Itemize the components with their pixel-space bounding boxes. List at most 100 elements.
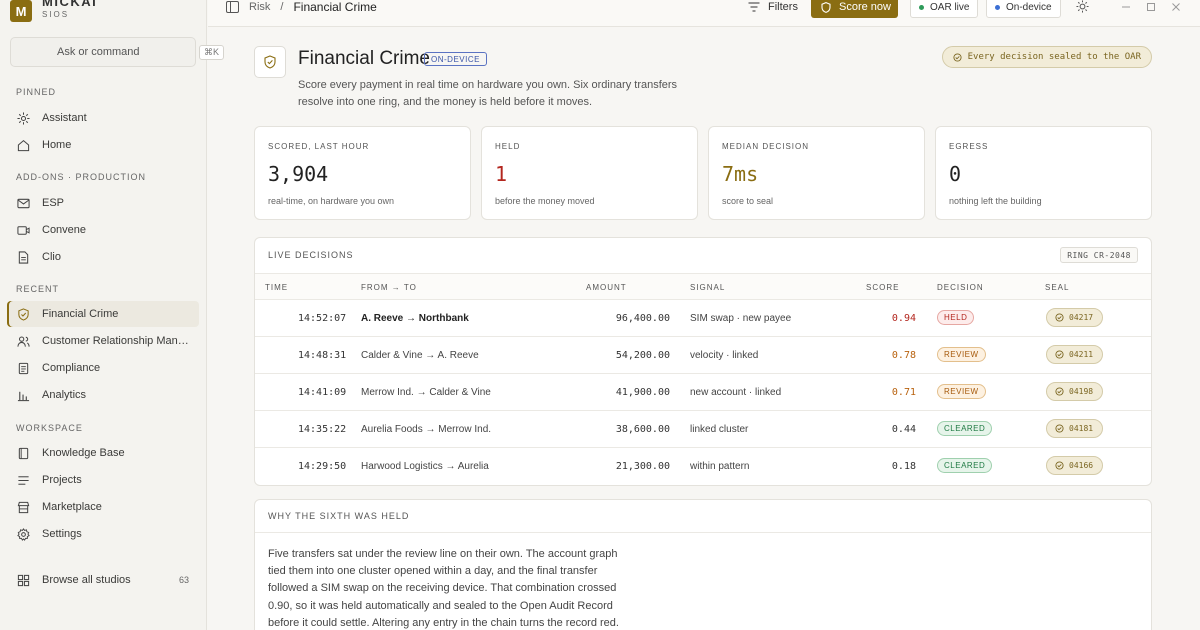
sidebar-item-marketplace[interactable]: Marketplace — [7, 494, 199, 520]
theme-toggle-icon[interactable] — [1076, 0, 1089, 13]
kpi-median-decision: MEDIAN DECISION 7ms score to seal — [708, 126, 925, 220]
why-held-panel: WHY THE SIXTH WAS HELD Five transfers sa… — [254, 499, 1152, 630]
cell-score: 0.94 — [891, 313, 916, 324]
topbar: Risk / Financial Crime Filters Score now… — [208, 0, 1200, 27]
main-content: Financial Crime ON-DEVICE Score every pa… — [208, 28, 1200, 630]
kpi-label: MEDIAN DECISION — [722, 142, 810, 151]
sidebar-item-label: Projects — [42, 474, 82, 486]
divider — [255, 532, 1151, 533]
sidebar-item-settings[interactable]: Settings — [7, 521, 199, 547]
column-header[interactable]: TIME — [265, 283, 288, 292]
sidebar-item-analytics[interactable]: Analytics — [7, 382, 199, 408]
seal-chip[interactable]: 04198 — [1046, 382, 1103, 401]
brand-logo: M — [10, 0, 32, 22]
table-row[interactable]: 14:35:22 Aurelia Foods → Merrow Ind. 38,… — [255, 411, 1151, 448]
video-icon — [17, 225, 30, 235]
seal-id: 04181 — [1069, 424, 1094, 433]
column-header[interactable]: FROM → TO — [361, 283, 417, 292]
sidebar-item-label: Home — [42, 139, 72, 151]
seal-id: 04198 — [1069, 387, 1094, 396]
on-device-badge: ON-DEVICE — [424, 52, 487, 66]
table-row[interactable]: 14:41:09 Merrow Ind. → Calder & Vine 41,… — [255, 374, 1151, 411]
breadcrumb-separator: / — [280, 1, 284, 13]
cell-score: 0.44 — [891, 424, 916, 435]
page-subtitle: Score every payment in real time on hard… — [298, 79, 678, 108]
sidebar-item-label: Compliance — [42, 362, 101, 374]
cell-amount: 38,600.00 — [615, 424, 670, 435]
clipboard-icon — [18, 362, 29, 374]
close-icon[interactable] — [1172, 3, 1180, 11]
decision-badge: REVIEW — [937, 347, 986, 362]
sidebar-item-label: Knowledge Base — [42, 447, 125, 459]
book-icon — [18, 447, 29, 459]
brand[interactable]: M MICKAI SIOS — [10, 0, 97, 22]
seal-id: 04211 — [1069, 350, 1094, 359]
decision-badge: CLEARED — [937, 421, 993, 436]
sidebar-item-esp[interactable]: ESP — [7, 190, 199, 216]
column-header[interactable]: SCORE — [866, 283, 899, 292]
table-row[interactable]: 14:29:50 Harwood Logistics → Aurelia 21,… — [255, 448, 1151, 485]
seal-icon — [1055, 350, 1064, 359]
oar-live-label: OAR live — [930, 1, 970, 13]
seal-chip[interactable]: 04166 — [1046, 456, 1103, 475]
sidebar-toggle-icon[interactable] — [226, 1, 239, 13]
seal-icon — [1055, 461, 1064, 470]
score-now-button[interactable]: Score now — [811, 0, 898, 18]
sidebar-item-label: Settings — [42, 528, 82, 540]
seal-chip[interactable]: 04211 — [1046, 345, 1103, 364]
seal-icon — [953, 52, 962, 62]
search-box[interactable]: ⌘K — [10, 37, 225, 67]
decision-badge: REVIEW — [937, 384, 986, 399]
cell-score: 0.71 — [891, 387, 916, 398]
sidebar-item-label: Clio — [42, 251, 61, 263]
sealed-to-oar-pill[interactable]: Every decision sealed to the OAR — [941, 46, 1152, 68]
sidebar-item-label: Convene — [42, 224, 87, 236]
why-held-title: WHY THE SIXTH WAS HELD — [268, 511, 410, 521]
column-header[interactable]: SIGNAL — [690, 283, 725, 292]
browse-all-studios[interactable]: Browse all studios 63 — [7, 567, 199, 593]
table-row[interactable]: 14:48:31 Calder & Vine → A. Reeve 54,200… — [255, 337, 1151, 374]
breadcrumb: Risk / Financial Crime — [226, 0, 377, 14]
seal-chip[interactable]: 04217 — [1046, 308, 1103, 327]
sidebar-item-home[interactable]: Home — [7, 132, 199, 158]
column-header[interactable]: DECISION — [937, 283, 984, 292]
filters-button[interactable]: Filters — [748, 0, 798, 14]
section-pinned: PINNED — [16, 87, 57, 97]
cell-amount: 41,900.00 — [615, 387, 670, 398]
sidebar-item-financial-crime[interactable]: Financial Crime — [7, 301, 199, 327]
shield-icon — [821, 1, 831, 13]
live-decisions-panel: LIVE DECISIONS RING CR-2048 TIME FROM → … — [254, 237, 1152, 486]
sidebar-item-compliance[interactable]: Compliance — [7, 355, 199, 381]
on-device-status[interactable]: On-device — [986, 0, 1061, 18]
sidebar-item-label: Financial Crime — [42, 308, 119, 320]
why-held-body: Five transfers sat under the review line… — [268, 548, 619, 629]
sidebar-item-clio[interactable]: Clio — [7, 244, 199, 270]
kpi-scored: SCORED, LAST HOUR 3,904 real-time, on ha… — [254, 126, 471, 220]
cell-from-to: Harwood Logistics → Aurelia — [361, 461, 489, 472]
kpi-row: SCORED, LAST HOUR 3,904 real-time, on ha… — [254, 126, 1152, 220]
breadcrumb-risk[interactable]: Risk — [249, 1, 270, 13]
search-input[interactable] — [29, 46, 199, 58]
table-header: TIME FROM → TO AMOUNT SIGNAL SCORE DECIS… — [255, 273, 1151, 300]
home-icon — [17, 139, 30, 151]
filter-icon — [748, 2, 760, 12]
minimize-icon[interactable] — [1122, 6, 1130, 8]
ring-badge[interactable]: RING CR-2048 — [1060, 247, 1138, 263]
sidebar-item-convene[interactable]: Convene — [7, 217, 199, 243]
column-header[interactable]: AMOUNT — [586, 283, 627, 292]
table-row[interactable]: 14:52:07 A. Reeve → Northbank 96,400.00 … — [255, 300, 1151, 337]
oar-live-status[interactable]: OAR live — [910, 0, 979, 18]
section-recent: RECENT — [16, 284, 60, 294]
kpi-note: nothing left the building — [949, 196, 1042, 206]
shield-check-icon — [18, 307, 29, 321]
sidebar-item-crm[interactable]: Customer Relationship Management — [7, 328, 199, 354]
sidebar-item-assistant[interactable]: Assistant — [7, 105, 199, 131]
brand-sub: SIOS — [42, 10, 70, 19]
sidebar-item-knowledge-base[interactable]: Knowledge Base — [7, 440, 199, 466]
breadcrumb-current: Financial Crime — [293, 0, 377, 14]
maximize-icon[interactable] — [1147, 3, 1155, 11]
seal-chip[interactable]: 04181 — [1046, 419, 1103, 438]
column-header[interactable]: SEAL — [1045, 283, 1069, 292]
sidebar-item-projects[interactable]: Projects — [7, 467, 199, 493]
cell-time: 14:35:22 — [298, 424, 347, 435]
